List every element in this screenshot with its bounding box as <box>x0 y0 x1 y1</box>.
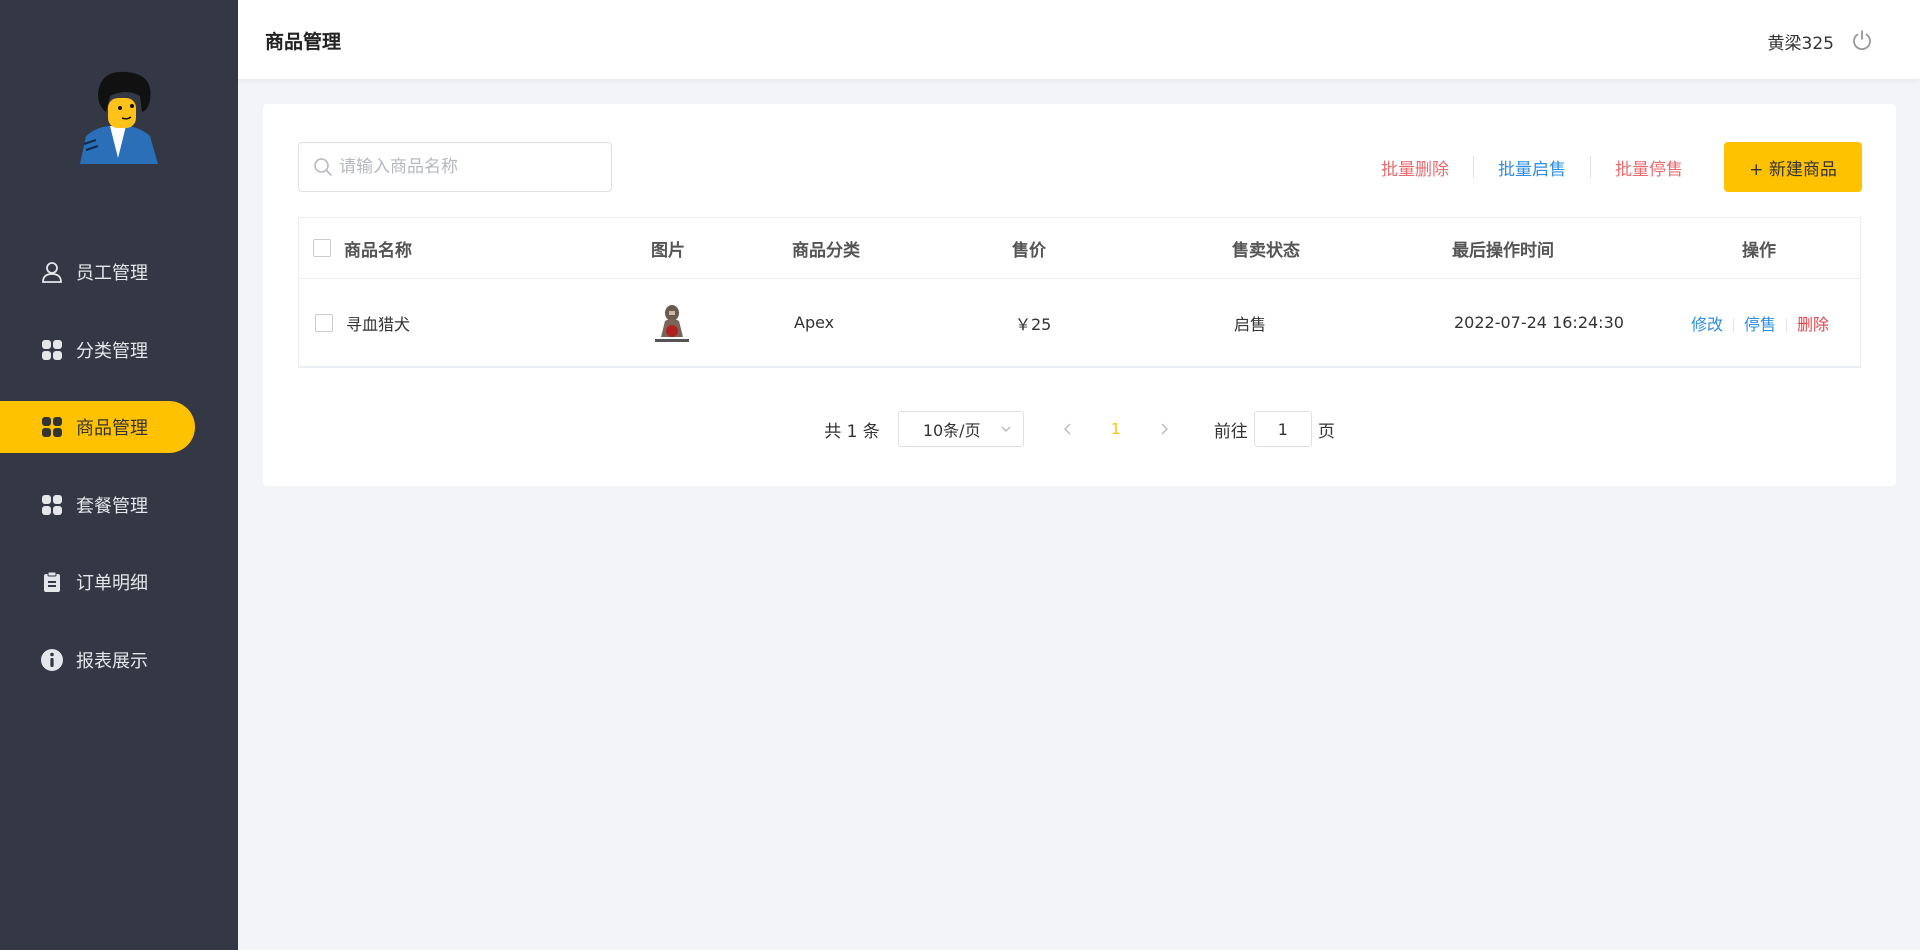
page-size-select[interactable]: 10条/页 <box>897 411 1024 447</box>
goods-category: Apex <box>794 313 835 332</box>
select-all-checkbox[interactable] <box>313 239 331 257</box>
grid-icon <box>40 415 64 439</box>
page-size-value: 10条/页 <box>922 421 981 440</box>
table-row: 寻血猎犬 Apex ￥25 启售 2022-07-24 16:24:30 修改 停… <box>299 279 1860 367</box>
table-header: 商品名称 图片 商品分类 售价 售卖状态 最后操作时间 操作 <box>299 218 1860 279</box>
batch-enable-button[interactable]: 批量启售 <box>1474 155 1590 180</box>
goods-updated-time: 2022-07-24 16:24:30 <box>1454 313 1624 332</box>
goods-table: 商品名称 图片 商品分类 售价 售卖状态 最后操作时间 操作 寻血猎犬 Apex… <box>298 217 1861 368</box>
column-header-name: 商品名称 <box>344 240 412 261</box>
goto-page: 前往 页 <box>1214 411 1335 447</box>
content-card: 批量删除 批量启售 批量停售 + 新建商品 商品名称 图片 商品分类 售价 售卖… <box>263 104 1896 486</box>
total-count: 共 1 条 <box>824 421 880 442</box>
row-actions: 修改 停售 删除 <box>1691 311 1829 335</box>
page-title: 商品管理 <box>265 31 342 53</box>
clipboard-icon <box>40 570 64 594</box>
edit-link[interactable]: 修改 <box>1691 315 1723 334</box>
sidebar-item-label: 报表展示 <box>76 650 148 672</box>
info-icon <box>40 648 64 672</box>
chevron-right-icon <box>1161 423 1168 435</box>
batch-disable-button[interactable]: 批量停售 <box>1591 155 1707 180</box>
new-item-button[interactable]: + 新建商品 <box>1724 142 1862 192</box>
sidebar-item-dish[interactable]: 商品管理 <box>0 401 195 453</box>
column-header-category: 商品分类 <box>792 240 860 261</box>
goods-status: 启售 <box>1234 314 1267 334</box>
delete-link[interactable]: 删除 <box>1797 315 1829 334</box>
sidebar-item-label: 套餐管理 <box>76 495 148 517</box>
sidebar-item-label: 员工管理 <box>76 263 148 284</box>
goods-name: 寻血猎犬 <box>346 314 411 334</box>
batch-delete-button[interactable]: 批量删除 <box>1357 155 1473 180</box>
next-page-button[interactable] <box>1144 411 1184 447</box>
sidebar-item-label: 商品管理 <box>76 418 148 439</box>
grid-icon <box>40 493 64 517</box>
sidebar-item-orders[interactable]: 订单明细 <box>0 556 238 608</box>
column-header-status: 售卖状态 <box>1232 240 1300 261</box>
avatar <box>80 71 158 164</box>
chevron-down-icon <box>1001 426 1011 432</box>
prev-page-button[interactable] <box>1048 411 1088 447</box>
grid-icon <box>40 338 64 362</box>
disable-link[interactable]: 停售 <box>1744 315 1776 334</box>
user-icon <box>40 260 64 284</box>
column-header-ops: 操作 <box>1742 240 1776 261</box>
divider <box>1786 318 1788 332</box>
sidebar-menu: 员工管理 分类管理 商品管理 套餐管理 订单明细 报表展示 <box>0 246 238 711</box>
column-header-updated: 最后操作时间 <box>1452 240 1554 261</box>
sidebar-item-employee[interactable]: 员工管理 <box>0 246 238 298</box>
action-bar: 批量删除 批量启售 批量停售 + 新建商品 <box>1357 142 1862 192</box>
username: 黄梁325 <box>1767 34 1834 54</box>
pagination: 共 1 条 10条/页 1 前往 页 <box>263 411 1896 447</box>
sidebar-item-category[interactable]: 分类管理 <box>0 324 238 376</box>
chevron-left-icon <box>1063 423 1071 435</box>
goods-price: ￥25 <box>1015 314 1052 334</box>
sidebar-item-reports[interactable]: 报表展示 <box>0 634 238 686</box>
column-header-price: 售价 <box>1012 240 1046 261</box>
sidebar: 员工管理 分类管理 商品管理 套餐管理 订单明细 报表展示 <box>0 0 238 950</box>
sidebar-item-label: 订单明细 <box>76 573 148 594</box>
page-number[interactable]: 1 <box>1096 420 1136 438</box>
power-icon[interactable] <box>1850 28 1874 52</box>
goods-thumbnail <box>655 305 689 342</box>
goto-page-input[interactable] <box>1253 411 1312 447</box>
divider <box>1733 318 1735 332</box>
sidebar-item-label: 分类管理 <box>76 340 148 362</box>
column-header-image: 图片 <box>651 240 685 261</box>
sidebar-item-combo[interactable]: 套餐管理 <box>0 479 238 531</box>
goto-suffix: 页 <box>1317 421 1335 442</box>
search-box[interactable] <box>298 142 612 192</box>
row-checkbox[interactable] <box>315 313 333 332</box>
search-input[interactable] <box>339 157 599 177</box>
top-header: 商品管理 黄梁325 <box>238 0 1920 79</box>
search-icon <box>314 158 332 176</box>
goto-prefix: 前往 <box>1213 421 1248 442</box>
